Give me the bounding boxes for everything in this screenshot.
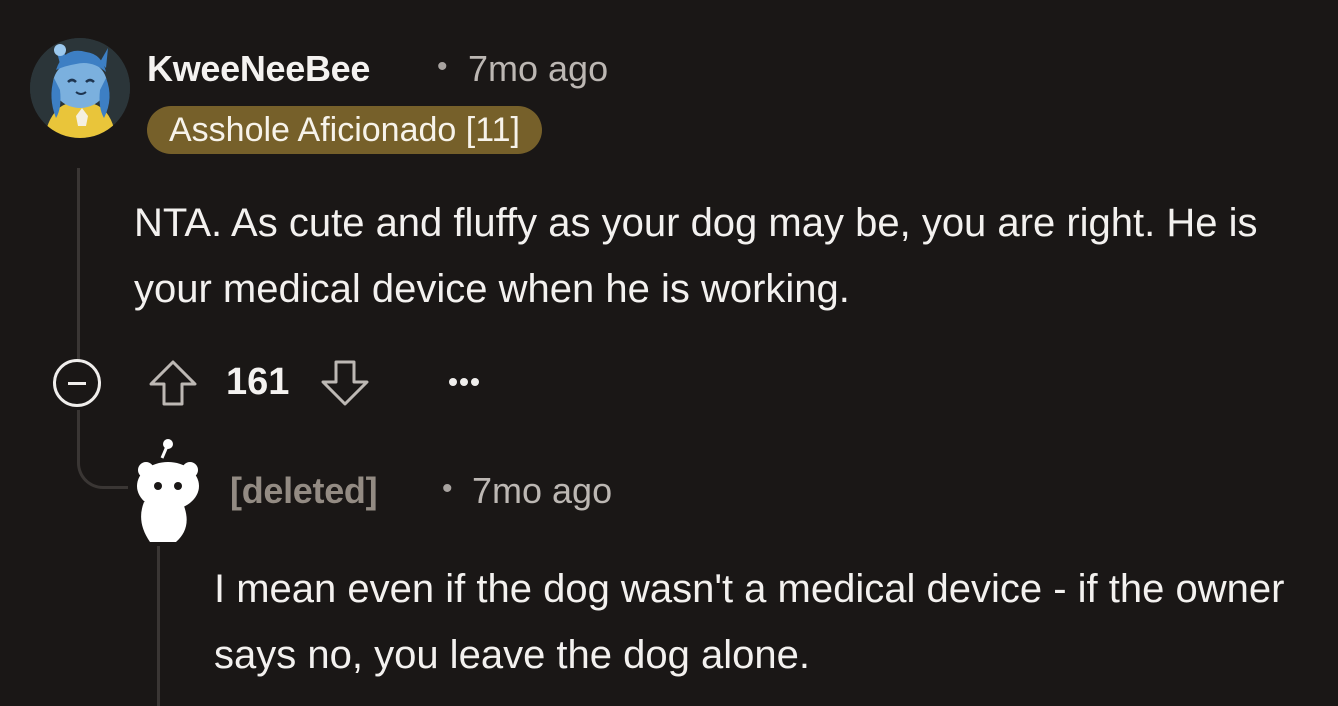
reply-thread-line[interactable] [157, 546, 160, 706]
reply-avatar[interactable] [132, 436, 202, 542]
more-options-button[interactable] [444, 372, 484, 392]
upvote-button[interactable] [146, 358, 200, 408]
comment-body: NTA. As cute and fluffy as your dog may … [134, 201, 1258, 311]
downvote-arrow-icon [321, 360, 369, 406]
downvote-button[interactable] [318, 358, 372, 408]
collapse-button[interactable] [53, 359, 101, 407]
reply-body: I mean even if the dog wasn't a medical … [214, 567, 1285, 677]
comment-timestamp[interactable]: 7mo ago [468, 48, 608, 90]
thread-connector [77, 410, 128, 489]
vote-score: 161 [226, 361, 290, 403]
user-flair: Asshole Aficionado [11] [147, 106, 542, 154]
upvote-arrow-icon [149, 360, 197, 406]
meta-separator: • [437, 50, 448, 83]
reddit-snoo-icon [137, 439, 199, 542]
reply-timestamp[interactable]: 7mo ago [472, 470, 612, 512]
comment-username[interactable]: KweeNeeBee [147, 48, 370, 90]
more-options-icon [449, 378, 479, 386]
reply-meta-separator: • [442, 472, 453, 505]
cat-avatar-icon [30, 38, 130, 138]
user-avatar[interactable] [30, 38, 130, 138]
comment-thread: KweeNeeBee • 7mo ago Asshole Aficionado … [0, 0, 1338, 706]
collapse-minus-icon [68, 382, 86, 385]
thread-line[interactable] [77, 168, 80, 360]
reply-username[interactable]: [deleted] [230, 470, 378, 512]
